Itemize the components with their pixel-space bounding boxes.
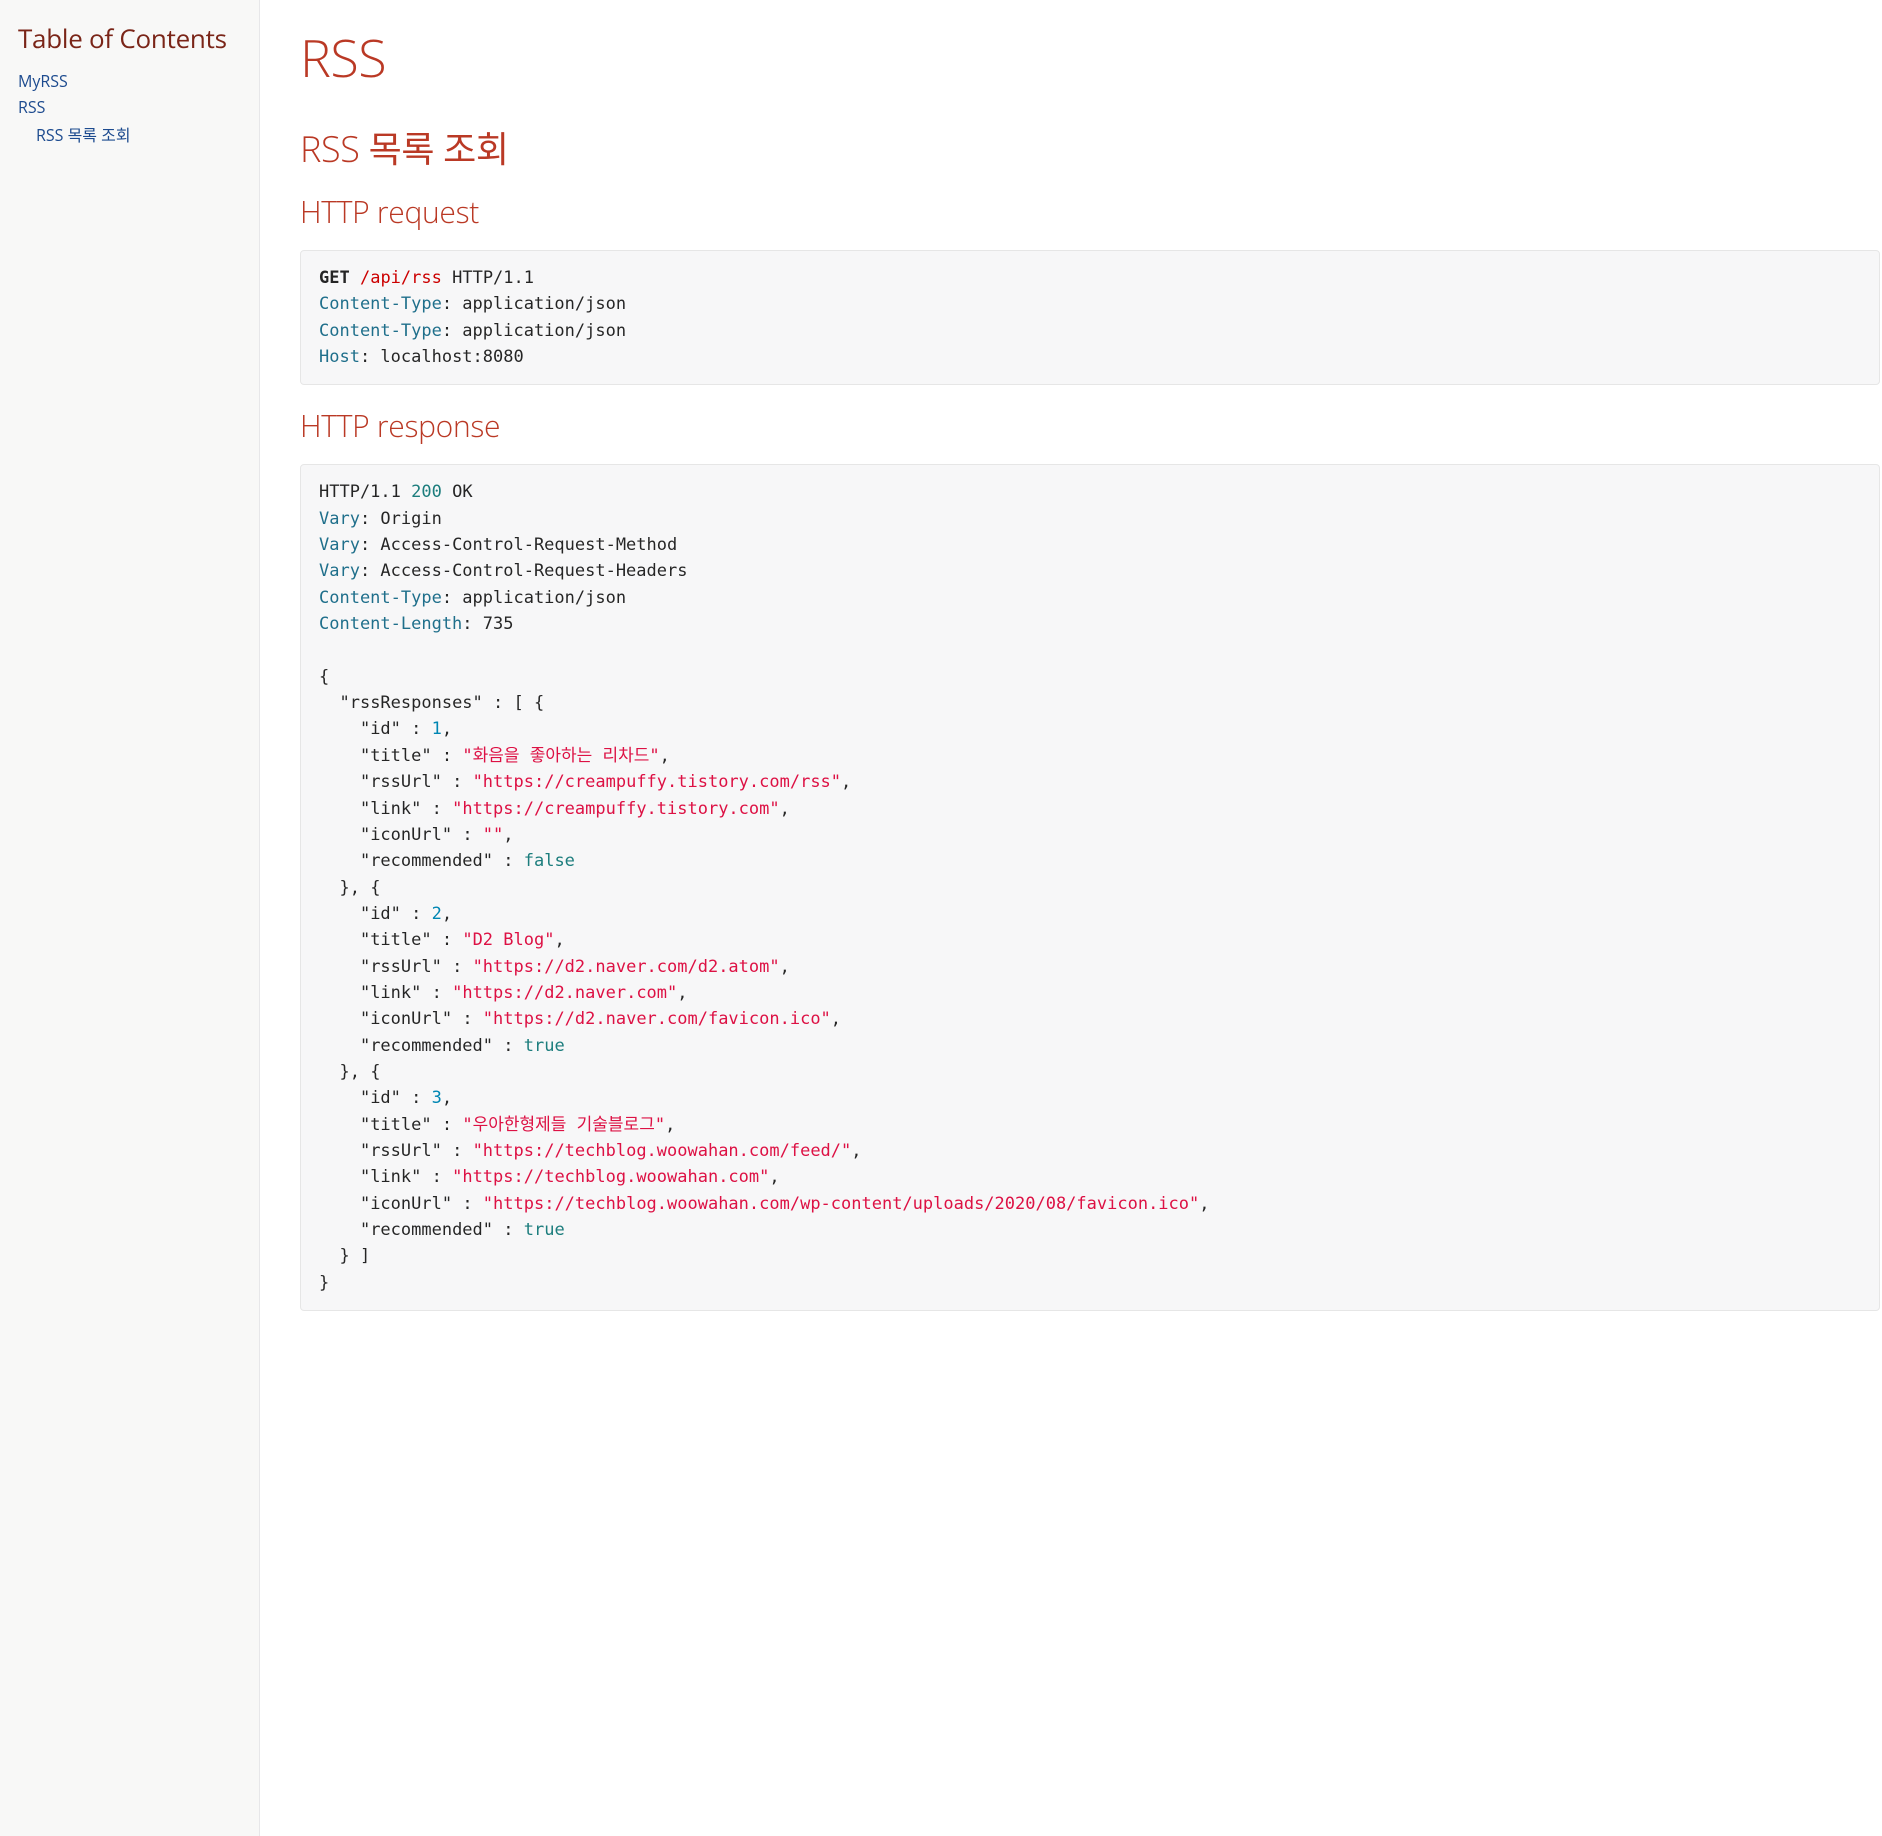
page-title: RSS [300,22,1880,93]
toc-link-rss[interactable]: RSS [18,96,45,118]
toc-item-rss: RSS [18,96,241,118]
toc-title: Table of Contents [18,20,241,56]
toc-item-myrss: MyRSS [18,70,241,92]
toc-link-myrss[interactable]: MyRSS [18,70,68,92]
toc-sidebar: Table of Contents MyRSS RSS RSS 목록 조회 [0,0,260,1836]
response-heading: HTTP response [300,405,1880,446]
http-request-codeblock: GET /api/rss HTTP/1.1 Content-Type: appl… [300,250,1880,385]
toc-link-rss-list[interactable]: RSS 목록 조회 [36,124,131,146]
request-heading: HTTP request [300,191,1880,232]
toc-item-rss-list: RSS 목록 조회 [36,122,241,146]
content: RSS RSS 목록 조회 HTTP request GET /api/rss … [260,0,1880,1836]
toc-list: MyRSS RSS RSS 목록 조회 [18,70,241,146]
section-title: RSS 목록 조회 [300,121,1880,173]
http-response-codeblock: HTTP/1.1 200 OK Vary: Origin Vary: Acces… [300,464,1880,1311]
